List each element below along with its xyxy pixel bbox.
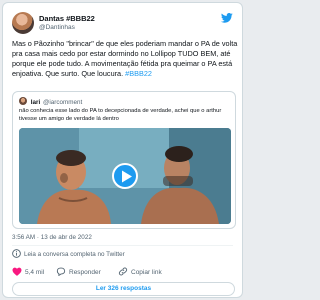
quoted-tweet[interactable]: Iari @iarcomment não conhecia esse lado … xyxy=(12,91,236,229)
author-name[interactable]: Dantas #BBB22 xyxy=(39,14,95,23)
read-conversation-label: Leia a conversa completa no Twitter xyxy=(24,251,125,258)
author-avatar[interactable] xyxy=(12,12,34,34)
like-count: 5,4 mil xyxy=(25,269,45,276)
embedded-tweet-card: Dantas #BBB22 @Dantinhas Mas o Pãozinho … xyxy=(2,2,243,298)
quoted-author-handle: @iarcomment xyxy=(42,99,83,106)
hashtag-link[interactable]: #BBB22 xyxy=(125,69,152,78)
tweet-header: Dantas #BBB22 @Dantinhas xyxy=(12,12,233,36)
video-thumbnail[interactable] xyxy=(19,128,231,224)
play-button[interactable] xyxy=(112,163,138,189)
quoted-tweet-header: Iari @iarcomment xyxy=(19,97,82,107)
quoted-author-avatar xyxy=(19,97,27,105)
reply-button[interactable]: Responder xyxy=(56,267,101,277)
quoted-tweet-text: não conhecia esse lado do PA to decepcio… xyxy=(19,108,222,122)
reply-icon xyxy=(56,267,66,277)
copy-link-button[interactable]: Copiar link xyxy=(118,267,162,276)
tweet-text: Mas o Pãozinho "brincar" de que eles pod… xyxy=(12,39,238,79)
like-button[interactable]: 5,4 mil xyxy=(12,267,44,276)
info-icon xyxy=(12,249,21,258)
divider xyxy=(12,245,233,246)
read-replies-button[interactable]: Ler 326 respostas xyxy=(12,282,235,296)
author-handle[interactable]: @Dantinhas xyxy=(39,24,75,31)
quoted-author-name: Iari xyxy=(30,99,41,106)
copy-link-label: Copiar link xyxy=(131,269,162,276)
tweet-timestamp[interactable]: 3:56 AM · 13 de abr de 2022 xyxy=(12,234,92,241)
heart-icon xyxy=(12,267,22,276)
play-icon xyxy=(122,170,132,183)
twitter-bird-icon[interactable] xyxy=(221,13,233,23)
link-icon xyxy=(118,267,128,276)
reply-label: Responder xyxy=(69,269,101,276)
read-conversation-link[interactable]: Leia a conversa completa no Twitter xyxy=(12,249,125,259)
